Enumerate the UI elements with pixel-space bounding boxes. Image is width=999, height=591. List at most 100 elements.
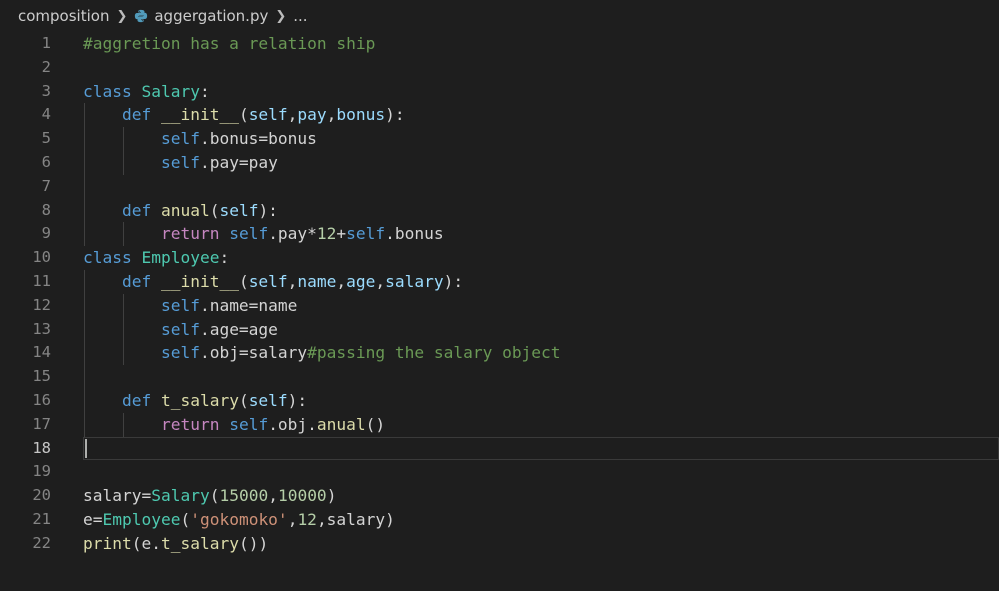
- code-token: ,: [287, 105, 298, 125]
- code-token: self: [248, 271, 288, 291]
- line-number: 4: [41, 105, 51, 124]
- code-token: ):: [258, 200, 278, 220]
- code-token: 'gokomoko': [190, 509, 288, 529]
- code-token: (: [238, 105, 249, 125]
- code-text: return self.obj.anual(): [83, 413, 385, 437]
- code-line[interactable]: 7: [0, 175, 999, 199]
- code-line[interactable]: 16 def t_salary(self):: [0, 389, 999, 413]
- code-text: class Employee:: [83, 246, 229, 270]
- code-token: self: [229, 224, 269, 244]
- code-token: Employee: [102, 509, 181, 529]
- line-number: 3: [41, 81, 51, 100]
- code-line[interactable]: 22 print(e.t_salary()): [0, 532, 999, 556]
- code-line[interactable]: 21 e=Employee('gokomoko',12,salary): [0, 508, 999, 532]
- code-line[interactable]: 12 self.name=name: [0, 294, 999, 318]
- code-token: salary: [385, 271, 444, 291]
- code-token: pay: [297, 105, 327, 125]
- code-token: (e.: [131, 533, 161, 553]
- line-number: 1: [41, 34, 51, 52]
- code-token: .bonus=bonus: [199, 129, 317, 149]
- code-token: :: [199, 81, 210, 101]
- code-token: def: [83, 105, 161, 125]
- line-number: 6: [41, 152, 51, 171]
- code-text: self.obj=salary#passing the salary objec…: [83, 341, 561, 365]
- code-line[interactable]: 4 def __init__(self,pay,bonus):: [0, 103, 999, 127]
- code-token: return: [160, 224, 230, 244]
- line-number: 22: [32, 533, 51, 552]
- code-line[interactable]: 19: [0, 460, 999, 484]
- code-token: Salary: [141, 81, 200, 101]
- code-line[interactable]: 1 #aggretion has a relation ship: [0, 32, 999, 56]
- code-line[interactable]: 2: [0, 56, 999, 80]
- code-token: salary=: [83, 486, 152, 506]
- code-token: ,: [326, 105, 337, 125]
- code-line[interactable]: 14 self.obj=salary#passing the salary ob…: [0, 341, 999, 365]
- code-token: ,: [287, 271, 298, 291]
- code-token: (: [238, 390, 249, 410]
- line-number: 5: [41, 129, 51, 148]
- line-number: 18: [32, 438, 51, 457]
- chevron-right-icon: ❯: [275, 8, 287, 24]
- code-text: def anual(self):: [83, 199, 278, 223]
- code-token: return: [160, 414, 230, 434]
- code-token: anual: [316, 414, 366, 434]
- code-line[interactable]: 8 def anual(self):: [0, 199, 999, 223]
- code-token: class: [83, 248, 142, 268]
- code-line[interactable]: 9 return self.pay*12+self.bonus: [0, 222, 999, 246]
- code-line[interactable]: 17 return self.obj.anual(): [0, 413, 999, 437]
- code-token: self: [160, 319, 200, 339]
- python-file-icon: [135, 9, 148, 23]
- code-line[interactable]: 11 def __init__(self,name,age,salary):: [0, 270, 999, 294]
- code-token: def: [83, 390, 161, 410]
- code-text: class Salary:: [83, 80, 210, 104]
- code-line[interactable]: 10 class Employee:: [0, 246, 999, 270]
- indent-guide: [123, 412, 124, 437]
- breadcrumb-folder[interactable]: composition: [18, 7, 109, 25]
- line-number: 8: [41, 200, 51, 219]
- code-token: bonus: [336, 105, 386, 125]
- line-number: 11: [32, 271, 51, 290]
- code-token: 12: [297, 509, 317, 529]
- code-token: (: [209, 486, 220, 506]
- code-line[interactable]: 3 class Salary:: [0, 80, 999, 104]
- line-number: 10: [32, 248, 51, 267]
- breadcrumb-ellipsis[interactable]: ...: [293, 7, 307, 25]
- code-token: .bonus: [385, 224, 444, 244]
- code-token: ,: [268, 486, 278, 506]
- code-token: .obj.: [268, 414, 317, 434]
- code-token: __init__: [160, 271, 239, 291]
- code-text: return self.pay*12+self.bonus: [83, 222, 444, 246]
- line-number: 16: [32, 390, 51, 409]
- code-token: def: [83, 271, 161, 291]
- code-line[interactable]: 5 self.bonus=bonus: [0, 127, 999, 151]
- line-number: 7: [41, 176, 51, 195]
- code-line[interactable]: 18: [32, 436, 999, 461]
- code-token: anual: [160, 200, 210, 220]
- line-number: 9: [41, 224, 51, 243]
- code-text: self.bonus=bonus: [83, 127, 317, 151]
- code-token: t_salary: [160, 390, 239, 410]
- code-token: self: [248, 105, 288, 125]
- code-token: 15000: [219, 486, 269, 506]
- indent-guide: [123, 127, 124, 175]
- code-line[interactable]: 15: [0, 365, 999, 389]
- code-text: def __init__(self,name,age,salary):: [83, 270, 463, 294]
- code-token: self: [248, 390, 288, 410]
- breadcrumb-file[interactable]: aggergation.py: [154, 7, 268, 25]
- code-editor[interactable]: 1 #aggretion has a relation ship 2 3 class S…: [0, 32, 999, 556]
- code-token: (: [238, 271, 249, 291]
- code-line[interactable]: 20 salary=Salary(15000,10000): [0, 484, 999, 508]
- code-token: ,: [336, 271, 347, 291]
- code-token: Employee: [141, 248, 220, 268]
- code-line[interactable]: 6 self.pay=pay: [0, 151, 999, 175]
- code-token: ()): [238, 533, 269, 553]
- code-token: .pay=pay: [199, 152, 278, 172]
- code-token: self: [160, 343, 200, 363]
- code-line[interactable]: 13 self.age=age: [0, 318, 999, 342]
- code-token: :: [219, 248, 230, 268]
- text-cursor: [85, 438, 87, 458]
